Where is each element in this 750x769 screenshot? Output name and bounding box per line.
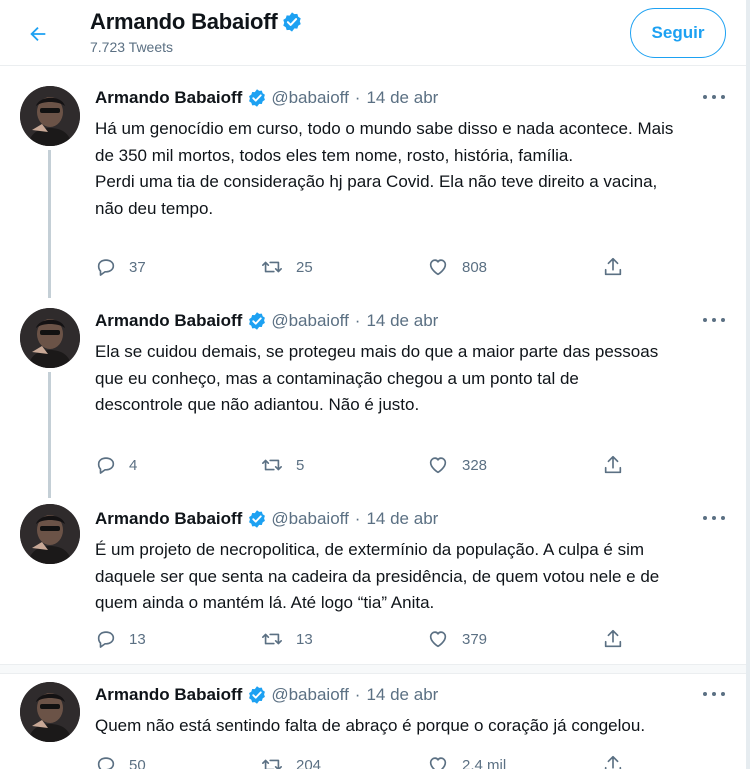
share-icon xyxy=(604,755,622,769)
tweet-header: Armando Babaioff @babaioff · 14 de abr xyxy=(95,88,438,108)
separator-dot: · xyxy=(354,88,361,107)
reply-count: 50 xyxy=(129,756,146,769)
tweet[interactable]: Armando Babaioff @babaioff · 14 de abr E… xyxy=(0,296,746,492)
author-handle[interactable]: @babaioff xyxy=(271,685,348,705)
like-count: 808 xyxy=(462,258,488,276)
like-button[interactable]: 2,4 mil xyxy=(426,754,506,769)
retweet-count: 204 xyxy=(296,756,322,769)
tweet-header: Armando Babaioff @babaioff · 14 de abr xyxy=(95,311,438,331)
tweet-actions: 50 204 2,4 mil xyxy=(95,754,635,769)
verified-badge-icon xyxy=(247,685,267,705)
tweet-actions: 13 13 379 xyxy=(95,628,635,652)
avatar[interactable] xyxy=(20,308,80,368)
reply-button[interactable]: 37 xyxy=(95,256,146,278)
reply-count: 4 xyxy=(129,456,138,474)
reply-icon xyxy=(97,757,115,769)
share-button[interactable] xyxy=(602,754,624,769)
share-icon xyxy=(604,455,622,474)
retweet-icon xyxy=(262,459,282,471)
share-button[interactable] xyxy=(602,628,624,650)
retweet-button[interactable]: 25 xyxy=(260,256,313,278)
follow-button[interactable]: Seguir xyxy=(630,8,726,58)
reply-icon xyxy=(97,259,115,276)
like-count: 328 xyxy=(462,456,488,474)
retweet-button[interactable]: 5 xyxy=(260,454,304,476)
tweet[interactable]: Armando Babaioff @babaioff · 14 de abr É… xyxy=(0,492,746,664)
share-icon xyxy=(604,257,622,276)
retweet-button[interactable]: 13 xyxy=(260,628,313,650)
retweet-count: 25 xyxy=(296,258,313,276)
reply-count: 13 xyxy=(129,630,146,648)
author-handle[interactable]: @babaioff xyxy=(271,311,348,331)
tweet-text: Quem não está sentindo falta de abraço é… xyxy=(95,716,646,735)
profile-header: Armando Babaioff 7.723 Tweets Seguir xyxy=(0,0,746,66)
author-name[interactable]: Armando Babaioff xyxy=(95,509,242,529)
reply-icon xyxy=(97,631,115,648)
verified-badge-icon xyxy=(247,88,267,108)
like-button[interactable]: 379 xyxy=(426,628,487,650)
avatar[interactable] xyxy=(20,682,80,742)
header-title: Armando Babaioff xyxy=(90,9,303,35)
retweet-icon xyxy=(262,759,282,769)
tweet-date[interactable]: 14 de abr xyxy=(366,311,438,331)
separator-dot: · xyxy=(354,311,361,330)
more-options-icon[interactable] xyxy=(703,690,725,698)
tweet-date[interactable]: 14 de abr xyxy=(366,88,438,108)
profile-name: Armando Babaioff xyxy=(90,9,278,34)
avatar[interactable] xyxy=(20,86,80,146)
reply-button[interactable]: 13 xyxy=(95,628,146,650)
verified-badge-icon xyxy=(281,11,303,33)
retweet-count: 5 xyxy=(296,456,305,474)
verified-badge-icon xyxy=(247,311,267,331)
more-options-icon[interactable] xyxy=(703,316,725,324)
like-count: 2,4 mil xyxy=(462,756,507,769)
separator-dot: · xyxy=(354,509,361,528)
author-name[interactable]: Armando Babaioff xyxy=(95,685,242,705)
more-options-icon[interactable] xyxy=(703,93,725,101)
share-icon xyxy=(604,629,622,648)
window-edge xyxy=(746,0,750,769)
separator-dot: · xyxy=(354,685,361,704)
tweet-actions: 37 25 808 xyxy=(95,256,635,280)
tweet-text: Ela se cuidou demais, se protegeu mais d… xyxy=(95,342,659,414)
heart-icon xyxy=(429,631,447,648)
retweet-icon xyxy=(262,261,282,273)
reply-button[interactable]: 50 xyxy=(95,754,146,769)
heart-icon xyxy=(429,457,447,474)
retweet-button[interactable]: 204 xyxy=(260,754,321,769)
tweet-header: Armando Babaioff @babaioff · 14 de abr xyxy=(95,685,438,705)
verified-badge-icon xyxy=(247,509,267,529)
tweet-count: 7.723 Tweets xyxy=(90,39,174,55)
tweet-actions: 4 5 328 xyxy=(95,454,635,478)
like-count: 379 xyxy=(462,630,488,648)
tweet-date[interactable]: 14 de abr xyxy=(366,509,438,529)
tweet[interactable]: Armando Babaioff @babaioff · 14 de abr Q… xyxy=(0,674,746,769)
like-button[interactable]: 808 xyxy=(426,256,487,278)
reply-count: 37 xyxy=(129,258,146,276)
reply-icon xyxy=(97,457,115,474)
tweet[interactable]: Armando Babaioff @babaioff · 14 de abr H… xyxy=(0,66,746,296)
like-button[interactable]: 328 xyxy=(426,454,487,476)
thread-separator xyxy=(0,664,746,674)
heart-icon xyxy=(429,757,447,769)
retweet-count: 13 xyxy=(296,630,313,648)
back-arrow-icon xyxy=(30,26,46,42)
author-handle[interactable]: @babaioff xyxy=(271,88,348,108)
tweet-text: Há um genocídio em curso, todo o mundo s… xyxy=(95,119,674,218)
author-name[interactable]: Armando Babaioff xyxy=(95,311,242,331)
author-name[interactable]: Armando Babaioff xyxy=(95,88,242,108)
retweet-icon xyxy=(262,633,282,645)
more-options-icon[interactable] xyxy=(703,514,725,522)
heart-icon xyxy=(429,259,447,276)
share-button[interactable] xyxy=(602,256,624,278)
avatar[interactable] xyxy=(20,504,80,564)
share-button[interactable] xyxy=(602,454,624,476)
tweet-date[interactable]: 14 de abr xyxy=(366,685,438,705)
back-button[interactable] xyxy=(18,14,58,54)
reply-button[interactable]: 4 xyxy=(95,454,137,476)
tweet-header: Armando Babaioff @babaioff · 14 de abr xyxy=(95,509,438,529)
author-handle[interactable]: @babaioff xyxy=(271,509,348,529)
tweet-text: É um projeto de necropolitica, de exterm… xyxy=(95,540,660,612)
